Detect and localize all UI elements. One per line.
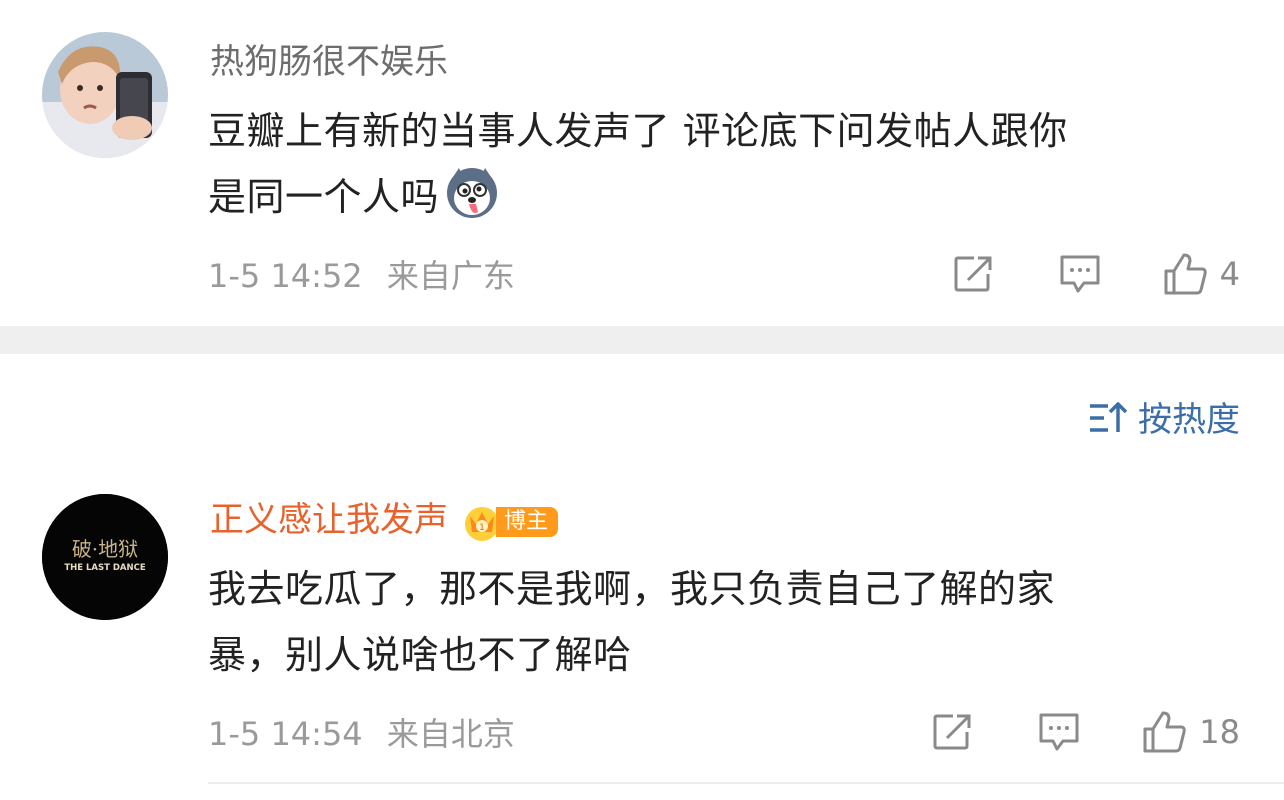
location: 来自广东 <box>386 257 515 295</box>
avatar[interactable]: 破·地狱 THE LAST DANCE <box>42 494 168 620</box>
timestamp: 1-5 14:54 <box>208 715 363 753</box>
share-square-icon <box>952 254 996 294</box>
username[interactable]: 热狗肠很不娱乐 <box>210 42 448 82</box>
like-count: 4 <box>1219 255 1240 293</box>
sort-by-hot-button[interactable]: 按热度 <box>1088 400 1240 440</box>
badge-label: 博主 <box>496 506 559 537</box>
avatar-title: 破·地狱 <box>72 537 138 561</box>
like-count: 18 <box>1199 713 1240 751</box>
comment-text: 豆瓣上有新的当事人发声了 评论底下问发帖人跟你 是同一个人吗 <box>208 98 1218 240</box>
thumbs-up-icon <box>1141 709 1189 755</box>
svg-text:1: 1 <box>479 523 485 533</box>
location: 来自北京 <box>386 715 515 753</box>
blogger-badge: 1 博主 <box>462 502 559 542</box>
timestamp: 1-5 14:52 <box>208 257 363 295</box>
comment-line-2: 暴，别人说啥也不了解哈 <box>208 633 632 677</box>
comment-line-2-text: 是同一个人吗 <box>208 175 440 219</box>
comment-bubble-icon <box>1058 253 1102 295</box>
comment-button[interactable] <box>1058 253 1102 295</box>
comment-line-1: 我去吃瓜了，那不是我啊，我只负责自己了解的家 <box>208 567 1056 611</box>
sort-label: 按热度 <box>1138 400 1240 440</box>
like-button[interactable]: 18 <box>1141 709 1240 755</box>
share-square-icon <box>931 712 975 752</box>
avatar[interactable] <box>42 32 168 158</box>
repost-button[interactable] <box>952 254 996 294</box>
sort-icon <box>1088 400 1128 440</box>
comment-line-2: 是同一个人吗 <box>208 164 1218 240</box>
repost-button[interactable] <box>931 712 975 752</box>
comment-line-1: 豆瓣上有新的当事人发声了 评论底下问发帖人跟你 <box>208 109 1068 153</box>
avatar-subtitle: THE LAST DANCE <box>64 563 146 573</box>
divider <box>208 782 1284 784</box>
husky-emoji-icon <box>445 166 499 240</box>
username-text: 正义感让我发声 <box>210 500 448 540</box>
comment-meta: 1-5 14:52 来自广东 <box>208 256 515 296</box>
thumbs-up-icon <box>1162 251 1210 297</box>
like-button[interactable]: 4 <box>1162 251 1240 297</box>
comment-bubble-icon <box>1037 711 1081 753</box>
section-separator <box>0 326 1284 354</box>
comment-actions: 18 <box>931 710 1240 754</box>
username-vip[interactable]: 正义感让我发声 1 博主 <box>210 500 559 542</box>
comment-button[interactable] <box>1037 711 1081 753</box>
comment-actions: 4 <box>952 252 1240 296</box>
comment-text: 我去吃瓜了，那不是我啊，我只负责自己了解的家 暴，别人说啥也不了解哈 <box>208 556 1218 688</box>
comment-meta: 1-5 14:54 来自北京 <box>208 714 515 754</box>
